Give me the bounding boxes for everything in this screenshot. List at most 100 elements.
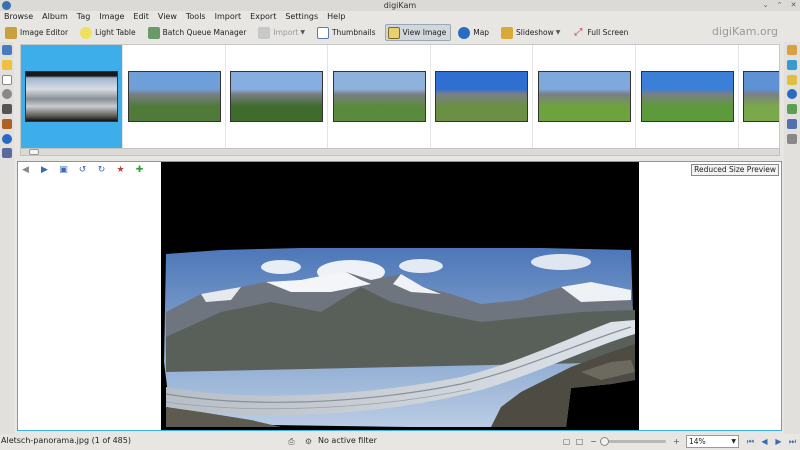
thumbnail-green-meadow[interactable] [534,45,636,148]
left-sidebar [0,42,14,435]
previous-image-icon[interactable]: ◀ [760,437,769,446]
zoom-fit-icon[interactable]: ▢ [562,437,571,446]
close-icon[interactable]: ✕ [789,1,798,10]
zoom-slider-knob[interactable] [600,437,609,446]
metadata-icon[interactable] [787,60,797,70]
slideshow-label: Slideshow [516,28,554,37]
title-bar: digiKam ⌄ ⌃ ✕ [0,0,800,11]
thumbnail-alpine-houses[interactable] [637,45,739,148]
thumbnail-village-road[interactable] [329,45,431,148]
menu-help[interactable]: Help [327,11,345,23]
rotate-left-icon[interactable]: ↺ [77,165,88,176]
fuzzy-search-icon[interactable] [2,119,12,129]
print-icon[interactable]: ⎙ [287,437,296,446]
slideshow-button[interactable]: Slideshow ▼ [498,24,565,41]
geolocation-icon[interactable] [787,89,797,99]
import-button[interactable]: Import ▼ [255,24,310,41]
full-screen-label: Full Screen [587,28,629,37]
batch-queue-manager-button[interactable]: Batch Queue Manager [145,24,252,41]
digikam-brand-logo: digiKam.org [711,25,778,38]
people-icon[interactable] [2,148,12,158]
zoom-combobox[interactable]: 14% ▼ [686,435,739,448]
menu-album[interactable]: Album [42,11,68,23]
light-bulb-icon [80,26,93,39]
chevron-down-icon: ▼ [731,438,736,445]
scrollbar-handle[interactable] [29,149,39,155]
menu-tag[interactable]: Tag [77,11,91,23]
thumbnail-image [230,71,324,122]
thumbnail-forest-mountains[interactable] [226,45,329,148]
captions-icon[interactable] [787,104,797,114]
panorama-image [164,248,635,427]
status-bar: Aletsch-panorama.jpg (1 of 485) ⎙ ⚙ No a… [0,434,800,450]
preview-canvas[interactable] [161,162,639,430]
first-image-icon[interactable]: ⏮ [746,437,755,446]
back-arrow-icon[interactable]: ◀ [20,165,31,176]
thumbnail-image [435,71,529,122]
slideshow-icon [501,26,514,39]
thumbnail-glacier-panorama[interactable] [21,45,123,148]
albums-icon[interactable] [2,45,12,55]
view-image-button[interactable]: View Image [384,24,452,41]
main-toolbar: Image Editor Light Table Batch Queue Man… [0,23,800,42]
map-search-icon[interactable] [2,134,12,144]
map-label: Map [473,28,490,37]
thumbnails-icon [316,26,329,39]
menu-view[interactable]: View [158,11,177,23]
thumbnail-mountain-valley[interactable] [124,45,226,148]
zoom-in-icon[interactable]: + [672,437,681,446]
window-title: digiKam [383,1,417,10]
import-icon [258,26,271,39]
import-label: Import [273,28,299,37]
menu-browse[interactable]: Browse [4,11,33,23]
menu-settings[interactable]: Settings [285,11,318,23]
light-table-button[interactable]: Light Table [77,24,141,41]
thumbnail-image [640,71,734,122]
full-screen-button[interactable]: ⤢ Full Screen [569,24,633,41]
last-image-icon[interactable]: ⏭ [788,437,797,446]
light-table-label: Light Table [95,28,136,37]
minimize-icon[interactable]: ⌄ [761,1,770,10]
search-icon[interactable] [2,104,12,114]
filter-status-label: No active filter [318,436,377,445]
zoom-100-icon[interactable]: □ [575,437,584,446]
folder-icon[interactable] [2,60,12,70]
calendar-icon[interactable] [2,75,12,85]
import-dropdown-icon[interactable]: ▼ [300,29,305,36]
colors-icon[interactable] [787,75,797,85]
zoom-slider[interactable] [600,437,666,446]
versions-icon[interactable] [787,119,797,129]
menu-tools[interactable]: Tools [186,11,206,23]
globe-icon [458,26,471,39]
image-editor-button[interactable]: Image Editor [2,24,73,41]
menu-edit[interactable]: Edit [133,11,149,23]
menu-import[interactable]: Import [215,11,242,23]
forward-arrow-icon[interactable]: ▶ [39,165,50,176]
right-sidebar [784,42,800,435]
add-to-light-table-icon[interactable]: ★ [115,165,126,176]
full-screen-icon: ⤢ [574,26,583,38]
thumbnail-image [332,71,426,122]
menu-export[interactable]: Export [250,11,276,23]
maximize-icon[interactable]: ⌃ [775,1,784,10]
thumbnails-button[interactable]: Thumbnails [314,24,381,41]
thumbnail-partial-thumb[interactable] [739,45,779,148]
properties-icon[interactable] [787,45,797,55]
reduced-size-preview-badge: Reduced Size Preview [691,164,779,176]
thumbnail-strip [20,44,780,150]
zoom-value: 14% [689,437,706,446]
filters-icon[interactable] [787,134,797,144]
menu-image[interactable]: Image [99,11,124,23]
zoom-out-icon[interactable]: − [589,437,598,446]
rotate-right-icon[interactable]: ↻ [96,165,107,176]
thumbnail-chalet-building[interactable] [431,45,534,148]
view-image-icon [387,26,400,39]
next-image-icon[interactable]: ▶ [774,437,783,446]
add-to-queue-icon[interactable]: ✚ [134,165,145,176]
map-button[interactable]: Map [455,24,494,41]
slideshow-dropdown-icon[interactable]: ▼ [556,29,561,36]
thumbnail-image [25,71,118,122]
thumbnail-scrollbar[interactable] [20,148,780,156]
tags-icon[interactable] [2,89,12,99]
edit-image-icon[interactable]: ▣ [58,165,69,176]
